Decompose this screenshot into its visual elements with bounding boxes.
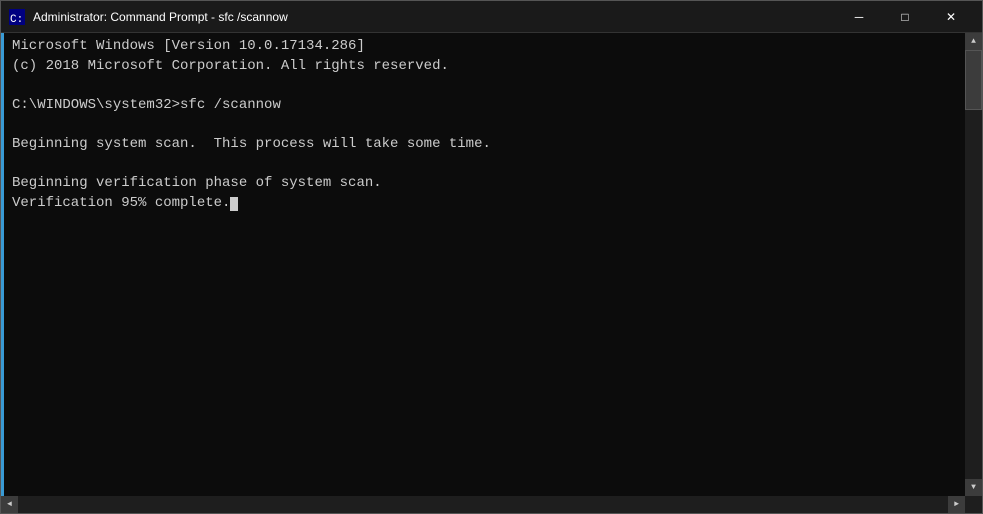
- cmd-icon: C:: [9, 9, 25, 25]
- maximize-button[interactable]: □: [882, 1, 928, 33]
- window-controls: ─ □ ✕: [836, 1, 974, 33]
- terminal-line: [12, 155, 957, 175]
- terminal-line: Microsoft Windows [Version 10.0.17134.28…: [12, 37, 957, 57]
- window-body: Microsoft Windows [Version 10.0.17134.28…: [1, 33, 982, 496]
- horizontal-scrollbar: ◄ ►: [1, 496, 982, 513]
- scroll-track[interactable]: [965, 50, 982, 479]
- terminal-line: Beginning verification phase of system s…: [12, 174, 957, 194]
- terminal-line: Verification 95% complete.: [12, 194, 957, 214]
- terminal-line: Beginning system scan. This process will…: [12, 135, 957, 155]
- horizontal-scroll-track[interactable]: [18, 496, 948, 513]
- terminal-cursor: [230, 197, 238, 211]
- minimize-button[interactable]: ─: [836, 1, 882, 33]
- scroll-down-button[interactable]: ▼: [965, 479, 982, 496]
- scroll-right-button[interactable]: ►: [948, 496, 965, 513]
- window: C: Administrator: Command Prompt - sfc /…: [0, 0, 983, 514]
- scroll-up-button[interactable]: ▲: [965, 33, 982, 50]
- close-button[interactable]: ✕: [928, 1, 974, 33]
- scroll-thumb[interactable]: [965, 50, 982, 110]
- window-title: Administrator: Command Prompt - sfc /sca…: [33, 10, 836, 24]
- terminal-line: C:\WINDOWS\system32>sfc /scannow: [12, 96, 957, 116]
- scrollbar-corner: [965, 496, 982, 513]
- terminal-line: [12, 115, 957, 135]
- title-bar: C: Administrator: Command Prompt - sfc /…: [1, 1, 982, 33]
- svg-text:C:: C:: [10, 14, 23, 25]
- vertical-scrollbar: ▲ ▼: [965, 33, 982, 496]
- terminal-line: [12, 76, 957, 96]
- scroll-left-button[interactable]: ◄: [1, 496, 18, 513]
- terminal-line: (c) 2018 Microsoft Corporation. All righ…: [12, 57, 957, 77]
- terminal-output[interactable]: Microsoft Windows [Version 10.0.17134.28…: [4, 33, 965, 496]
